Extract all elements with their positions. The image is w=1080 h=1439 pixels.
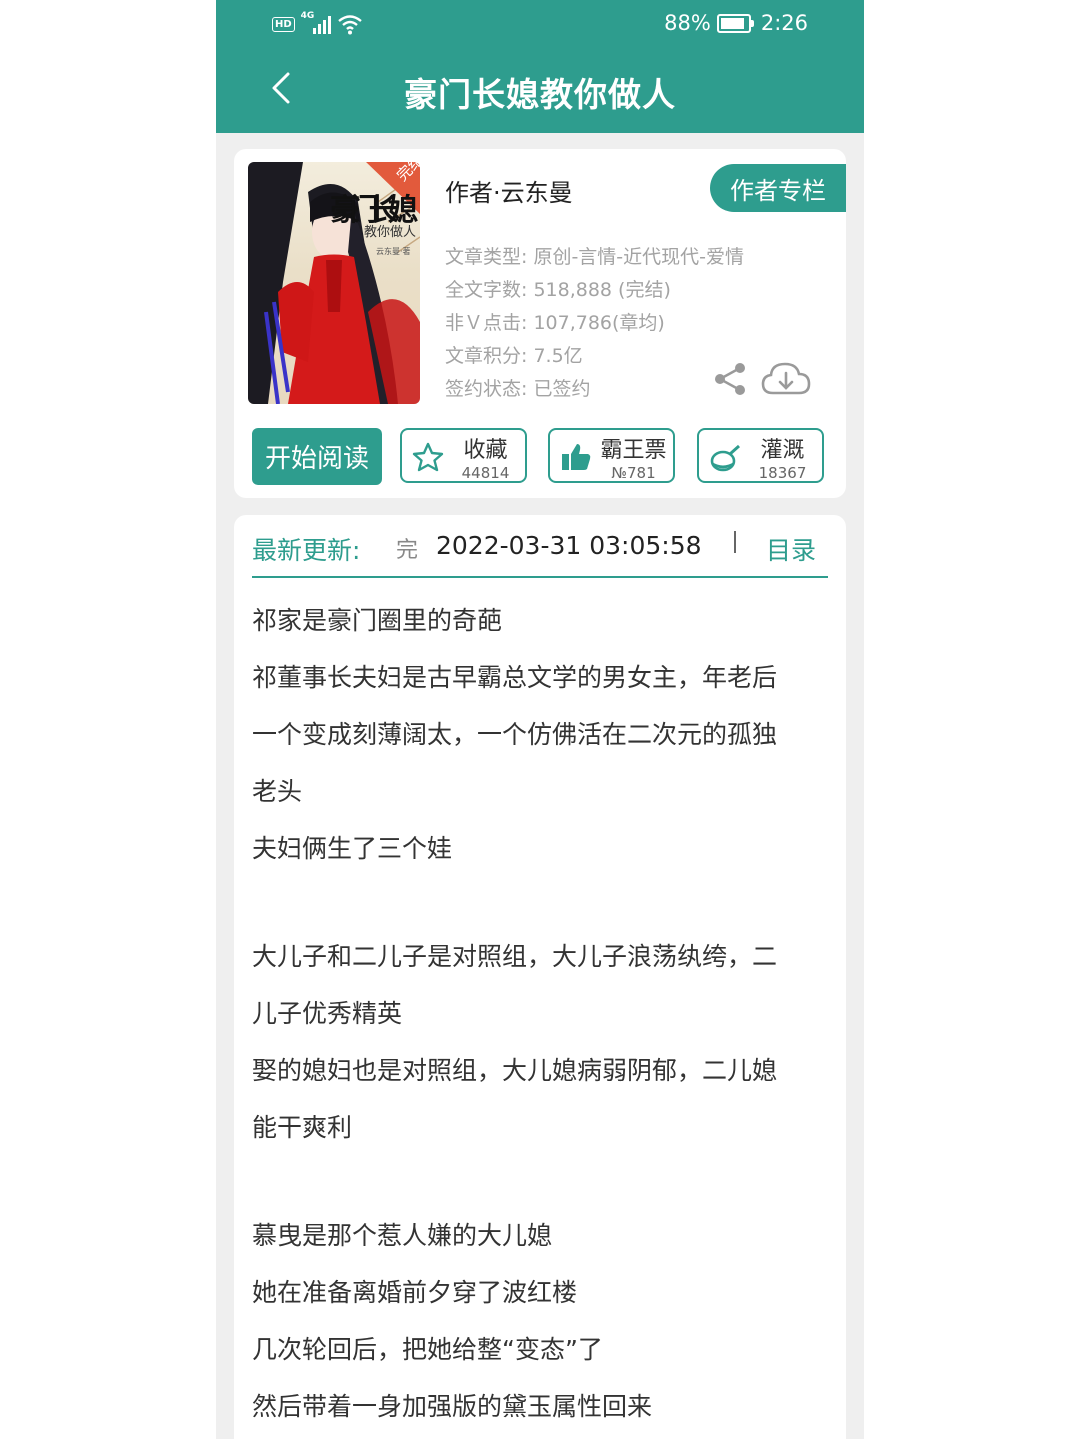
update-status: 完	[396, 538, 419, 563]
meta-word-count: 全文字数: 518,888 (完结)	[445, 279, 671, 301]
cloud-download-icon[interactable]	[760, 359, 812, 399]
synopsis-line: 祁家是豪门圈里的奇葩	[252, 606, 503, 635]
synopsis-line: 然后带着一身加强版的黛玉属性回来	[252, 1392, 653, 1421]
water-button[interactable]: 灌溉 18367	[697, 428, 824, 483]
start-reading-button[interactable]: 开始阅读	[252, 428, 382, 485]
table-of-contents-link[interactable]: 目录	[766, 531, 816, 567]
update-datetime[interactable]: 2022-03-31 03:05:58	[436, 531, 702, 560]
divider	[734, 531, 736, 553]
author-column-button[interactable]: 作者专栏	[710, 164, 846, 212]
favorite-button[interactable]: 收藏 44814	[400, 428, 527, 483]
synopsis-line: 娶的媳妇也是对照组，大儿媳病弱阴郁，二儿媳	[252, 1056, 778, 1085]
status-bar-right: 88% 2:26	[664, 11, 808, 35]
synopsis-line: 能干爽利	[252, 1113, 353, 1142]
water-label: 灌溉	[760, 438, 805, 463]
meta-score: 文章积分: 7.5亿	[445, 345, 583, 367]
signal-icon: 4G	[301, 11, 331, 35]
top-app-bar: HD 4G 88% 2:26 豪门长媳教你做人	[216, 0, 864, 133]
vote-count: №781	[611, 464, 656, 482]
vote-button[interactable]: 霸王票 №781	[548, 428, 675, 483]
synopsis-line: 祁董事长夫妇是古早霸总文学的男女主，年老后	[252, 663, 778, 692]
cover-author-text: 云东曼·著	[376, 246, 411, 256]
meta-clicks: 非Ｖ点击: 107,786(章均)	[445, 312, 665, 334]
synopsis-line: 老头	[252, 777, 303, 806]
synopsis-line: 慕曳是那个惹人嫌的大儿媳	[252, 1221, 553, 1250]
cover-subtitle-text: 教你做人	[364, 224, 416, 240]
synopsis-line: 夫妇俩生了三个娃	[252, 834, 453, 863]
nutrient-bottle-icon	[710, 444, 740, 472]
share-icon[interactable]	[712, 361, 748, 397]
star-icon	[412, 442, 444, 472]
synopsis-line: 儿子优秀精英	[252, 999, 403, 1028]
thumbs-up-icon	[562, 444, 591, 470]
header-underline	[252, 576, 828, 578]
synopsis-line: 大儿子和二儿子是对照组，大儿子浪荡纨绔，二	[252, 942, 778, 971]
synopsis-card: 最新更新: 完 2022-03-31 03:05:58 目录 祁家是豪门圈里的奇…	[234, 515, 846, 1439]
book-cover[interactable]: 完结 豪门长媳 教你做人 云东曼·著	[248, 162, 420, 404]
hd-badge: HD	[272, 16, 295, 32]
page-title: 豪门长媳教你做人	[404, 75, 676, 114]
favorite-label: 收藏	[463, 438, 508, 463]
cover-illustration: 完结 豪门长媳 教你做人 云东曼·著	[248, 162, 420, 404]
clock: 2:26	[760, 11, 808, 35]
battery-percent: 88%	[664, 11, 711, 35]
battery-icon	[716, 13, 754, 33]
meta-sign-status: 签约状态: 已签约	[445, 378, 591, 400]
wifi-icon	[337, 15, 362, 35]
meta-genre: 文章类型: 原创-言情-近代现代-爱情	[445, 246, 745, 268]
status-bar-left: HD 4G	[272, 11, 363, 36]
synopsis-line: 几次轮回后，把她给整“变态”了	[252, 1335, 603, 1364]
water-count: 18367	[758, 464, 807, 482]
latest-update-label: 最新更新:	[252, 536, 361, 565]
synopsis-line: 一个变成刻薄阔太，一个仿佛活在二次元的孤独	[252, 720, 778, 749]
author-name[interactable]: 作者·云东曼	[445, 173, 573, 208]
cover-title-text: 豪门长媳	[330, 193, 418, 228]
favorite-count: 44814	[461, 464, 510, 482]
book-info-card: 完结 豪门长媳 教你做人 云东曼·著 作者·云东曼 作者专栏 文章类型: 原创-…	[234, 149, 846, 498]
vote-label: 霸王票	[600, 438, 667, 463]
phone-screen: HD 4G 88% 2:26 豪门长媳教你做人 完结 豪门长媳 教你做人 云东曼…	[216, 0, 864, 1439]
synopsis-line: 她在准备离婚前夕穿了波红楼	[252, 1278, 578, 1307]
